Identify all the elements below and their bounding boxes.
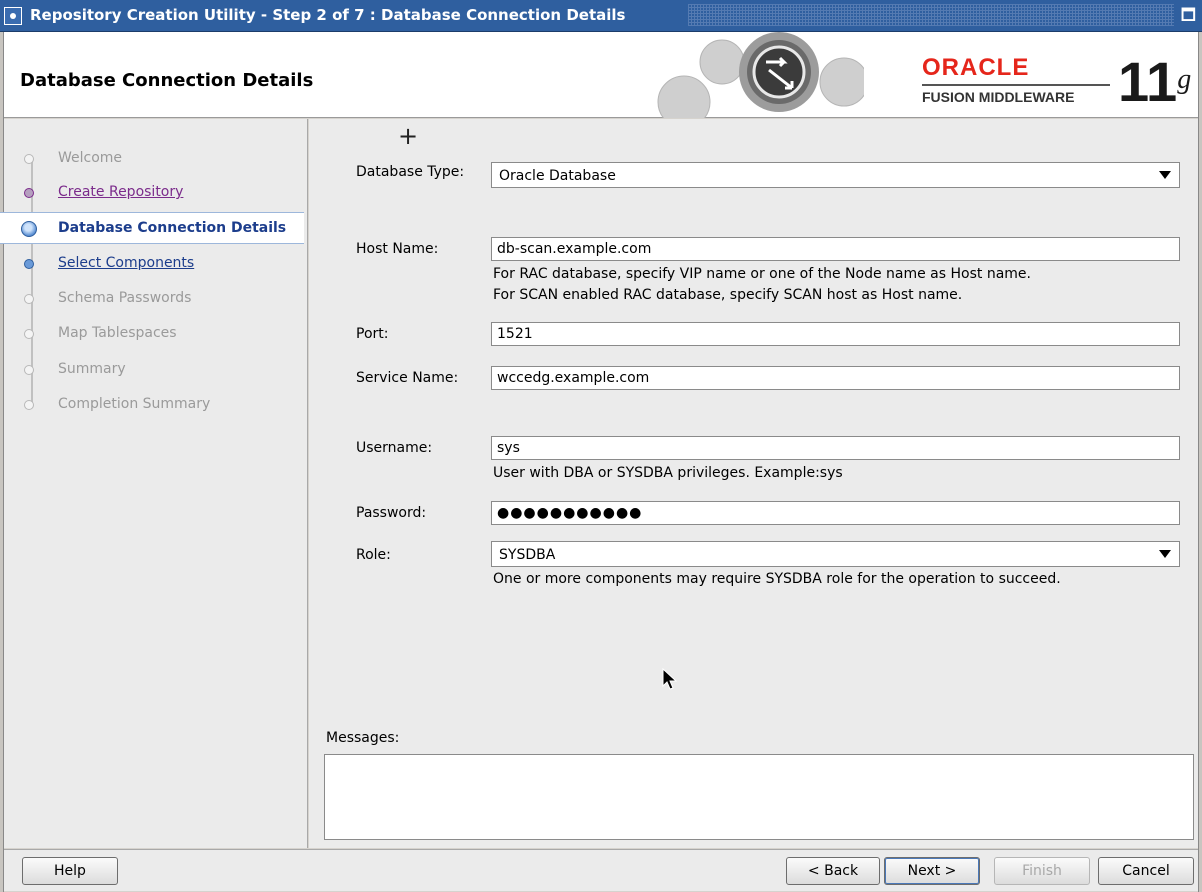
username-input[interactable] [491,436,1180,460]
step-indicator-icon [24,365,34,375]
page-header: Database Connection Details ORACLE FUSIO… [4,32,1198,118]
role-select[interactable]: SYSDBA [491,541,1180,567]
step-label: Summary [58,361,126,377]
host-name-hint-2: For SCAN enabled RAC database, specify S… [493,287,963,303]
username-hint: User with DBA or SYSDBA privileges. Exam… [493,465,843,481]
step-indicator-icon [24,400,34,410]
fusion-middleware-wordmark: FUSION MIDDLEWARE [922,89,1075,105]
step-welcome: Welcome [0,143,304,175]
step-indicator-icon [24,329,34,339]
step-select-components[interactable]: Select Components [0,248,304,280]
step-label: Welcome [58,150,123,166]
messages-area[interactable] [324,754,1194,840]
crosshair-cursor-icon: + [398,122,419,150]
next-button[interactable]: Next > [884,857,980,885]
step-database-connection-details: Database Connection Details [0,212,304,244]
step-label[interactable]: Create Repository [58,184,183,200]
maximize-icon[interactable]: 🗖 [1181,7,1196,23]
messages-label: Messages: [326,730,400,746]
mouse-pointer-icon [662,668,678,690]
step-indicator-icon [24,188,34,198]
database-type-value: Oracle Database [499,168,616,184]
main-content [309,119,1198,848]
step-map-tablespaces: Map Tablespaces [0,318,304,350]
step-schema-passwords: Schema Passwords [0,283,304,315]
step-label: Map Tablespaces [58,325,177,341]
role-hint: One or more components may require SYSDB… [493,571,1061,587]
titlebar-stipple [688,4,1174,26]
step-label: Completion Summary [58,396,211,412]
version-number: 11 [1118,50,1178,113]
oracle-logo: ORACLE FUSION MIDDLEWARE [922,54,1110,105]
oracle-wordmark: ORACLE [922,54,1030,81]
version-suffix: g [1177,64,1192,95]
cancel-button[interactable]: Cancel [1098,857,1194,885]
host-name-hint-1: For RAC database, specify VIP name or on… [493,266,1031,282]
step-completion-summary: Completion Summary [0,389,304,421]
step-indicator-icon [24,294,34,304]
current-step-indicator-icon [21,221,37,237]
password-input[interactable]: ●●●●●●●●●●● [491,501,1180,525]
role-label: Role: [356,547,391,563]
back-button[interactable]: < Back [786,857,880,885]
window-title: Repository Creation Utility - Step 2 of … [30,6,626,24]
dropdown-arrow-icon[interactable] [1159,550,1171,558]
finish-button[interactable]: Finish [994,857,1090,885]
step-label: Schema Passwords [58,290,192,306]
host-name-label: Host Name: [356,241,439,257]
step-summary: Summary [0,354,304,386]
role-value: SYSDBA [499,547,556,563]
service-name-input[interactable] [491,366,1180,390]
step-label: Database Connection Details [58,220,287,236]
help-button[interactable]: Help [22,857,118,885]
step-indicator-icon [24,259,34,269]
window-titlebar[interactable]: Repository Creation Utility - Step 2 of … [0,0,1202,32]
service-name-label: Service Name: [356,370,459,386]
step-label[interactable]: Select Components [58,255,194,271]
gears-graphic-icon [657,32,864,118]
password-label: Password: [356,505,427,521]
window-frame-right [1198,32,1202,892]
version-11g-logo: 11g [1118,54,1191,110]
step-indicator-icon [24,154,34,164]
username-label: Username: [356,440,433,456]
database-type-select[interactable]: Oracle Database [491,162,1180,188]
port-label: Port: [356,326,389,342]
logo-rule [922,84,1110,86]
window-menu-icon[interactable] [4,7,22,25]
dropdown-arrow-icon[interactable] [1159,171,1171,179]
page-title: Database Connection Details [20,70,314,91]
database-type-label: Database Type: [356,164,465,180]
step-create-repository[interactable]: Create Repository [0,177,304,209]
port-input[interactable] [491,322,1180,346]
host-name-input[interactable] [491,237,1180,261]
